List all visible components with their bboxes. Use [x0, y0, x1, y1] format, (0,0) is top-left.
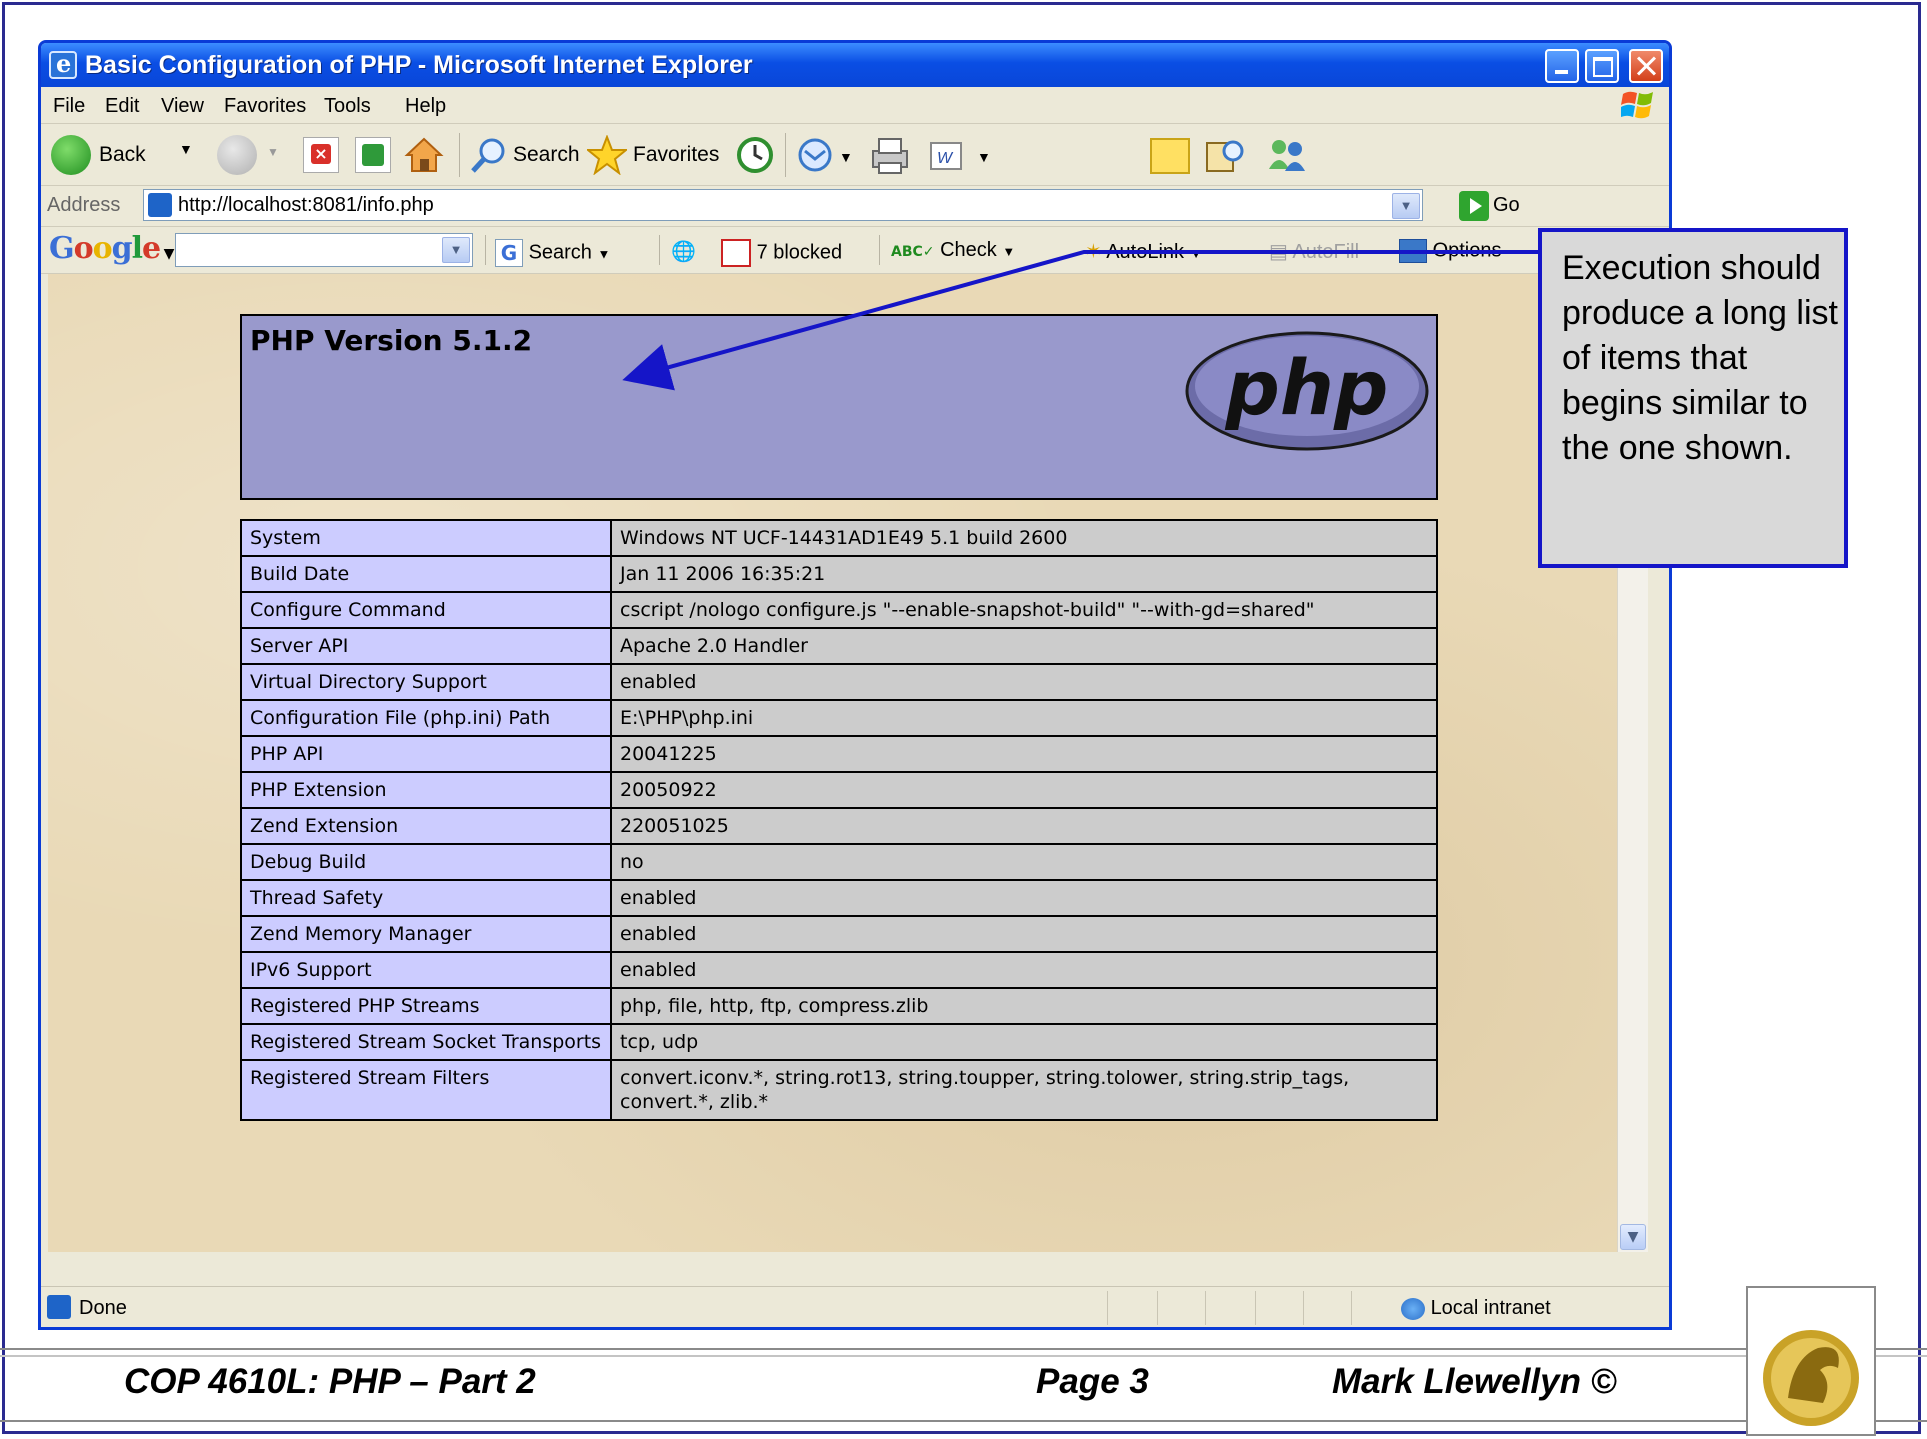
- table-row: Server API Apache 2.0 Handler: [240, 627, 1438, 665]
- info-key: Registered PHP Streams: [240, 987, 612, 1025]
- info-key: IPv6 Support: [240, 951, 612, 989]
- info-key: Server API: [240, 627, 612, 665]
- info-value: E:\PHP\php.ini: [610, 699, 1438, 737]
- info-value: convert.iconv.*, string.rot13, string.to…: [610, 1059, 1438, 1121]
- info-key: Registered Stream Socket Transports: [240, 1023, 612, 1061]
- info-value: tcp, udp: [610, 1023, 1438, 1061]
- info-value: php, file, http, ftp, compress.zlib: [610, 987, 1438, 1025]
- status-divider: [1255, 1291, 1256, 1325]
- footer-rule: [0, 1355, 1927, 1357]
- footer-page: Page 3: [1036, 1362, 1149, 1401]
- table-row: Registered Stream Socket Transports tcp, …: [240, 1023, 1438, 1061]
- table-row: Configuration File (php.ini) Path E:\PHP\…: [240, 699, 1438, 737]
- table-row: Virtual Directory Support enabled: [240, 663, 1438, 701]
- security-zone: Local intranet: [1401, 1297, 1551, 1320]
- info-value: enabled: [610, 879, 1438, 917]
- table-row: Registered Stream Filters convert.iconv.*…: [240, 1059, 1438, 1121]
- info-key: Registered Stream Filters: [240, 1059, 612, 1121]
- table-row: Registered PHP Streams php, file, http, f…: [240, 987, 1438, 1025]
- footer-course: COP 4610L: PHP – Part 2: [124, 1362, 536, 1401]
- annotation-callout: Execution should produce a long list of …: [1538, 228, 1848, 568]
- ucf-logo: [1746, 1286, 1876, 1436]
- info-key: PHP API: [240, 735, 612, 773]
- pegasus-logo-icon: [1763, 1330, 1859, 1426]
- status-divider: [1205, 1291, 1206, 1325]
- callout-text: Execution should produce a long list of …: [1562, 249, 1838, 467]
- status-divider: [1157, 1291, 1158, 1325]
- table-row: Debug Build no: [240, 843, 1438, 881]
- info-value: enabled: [610, 951, 1438, 989]
- info-key: PHP Extension: [240, 771, 612, 809]
- intranet-globe-icon: [1401, 1297, 1425, 1320]
- info-key: Zend Extension: [240, 807, 612, 845]
- footer-rule: [0, 1348, 1927, 1350]
- info-key: Zend Memory Manager: [240, 915, 612, 953]
- status-divider: [1107, 1291, 1108, 1325]
- ie-page-icon: [47, 1295, 71, 1319]
- table-row: Zend Memory Manager enabled: [240, 915, 1438, 953]
- zone-label: Local intranet: [1430, 1297, 1551, 1319]
- status-divider: [1303, 1291, 1304, 1325]
- php-info-table: System Windows NT UCF-14431AD1E49 5.1 bui…: [240, 519, 1438, 1121]
- status-text: Done: [79, 1297, 127, 1319]
- info-value: 20050922: [610, 771, 1438, 809]
- info-key: Debug Build: [240, 843, 612, 881]
- info-value: enabled: [610, 915, 1438, 953]
- info-value: 220051025: [610, 807, 1438, 845]
- info-key: Configuration File (php.ini) Path: [240, 699, 612, 737]
- status-bar: Done Local intranet: [41, 1286, 1669, 1327]
- scroll-down-icon[interactable]: ▼: [1620, 1224, 1646, 1250]
- footer-rule: [0, 1420, 1927, 1422]
- table-row: Thread Safety enabled: [240, 879, 1438, 917]
- footer-author: Mark Llewellyn ©: [1332, 1362, 1617, 1401]
- status-divider: [1351, 1291, 1352, 1325]
- info-value: enabled: [610, 663, 1438, 701]
- table-row: Zend Extension 220051025: [240, 807, 1438, 845]
- table-row: IPv6 Support enabled: [240, 951, 1438, 989]
- info-key: Thread Safety: [240, 879, 612, 917]
- table-row: PHP API 20041225: [240, 735, 1438, 773]
- info-value: Apache 2.0 Handler: [610, 627, 1438, 665]
- info-value: no: [610, 843, 1438, 881]
- info-value: 20041225: [610, 735, 1438, 773]
- info-key: Virtual Directory Support: [240, 663, 612, 701]
- table-row: PHP Extension 20050922: [240, 771, 1438, 809]
